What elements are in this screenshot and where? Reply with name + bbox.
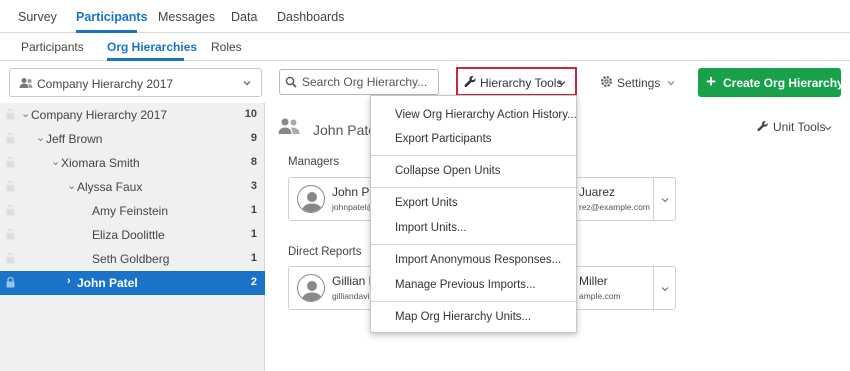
- tab-participants[interactable]: Participants: [21, 40, 84, 54]
- chevron-down-icon: [557, 77, 567, 91]
- person-email: johnpatel@: [332, 202, 376, 212]
- tree-node-name: John Patel: [77, 276, 138, 290]
- tree-node-count: 3: [250, 180, 257, 192]
- settings-label: Settings: [617, 76, 661, 90]
- tab-roles[interactable]: Roles: [211, 40, 242, 54]
- sub-nav: Participants Org Hierarchies Roles: [0, 34, 850, 61]
- lock-icon: [6, 180, 15, 195]
- menu-divider: [371, 187, 576, 188]
- tree-row[interactable]: ⌄ Jeff Brown 9: [0, 127, 265, 151]
- person-email: rez@example.com: [579, 202, 650, 212]
- tree-row[interactable]: Seth Goldberg 1: [0, 247, 265, 271]
- person-email: ample.com: [579, 291, 621, 301]
- tree-node-name: Alyssa Faux: [77, 180, 143, 194]
- chevron-down-icon: [660, 194, 670, 208]
- create-org-hierarchy-label: Create Org Hierarchy...: [723, 76, 850, 90]
- tree-node-name: Company Hierarchy 2017: [31, 108, 168, 122]
- managers-label: Managers: [288, 156, 340, 168]
- tree-node-name: Seth Goldberg: [92, 252, 170, 266]
- tree-node-name: Eliza Doolittle: [92, 228, 165, 242]
- lock-icon: [6, 228, 15, 243]
- gear-icon: [600, 75, 613, 91]
- avatar: [297, 185, 325, 213]
- settings-button[interactable]: Settings: [600, 75, 675, 91]
- people-icon: [278, 117, 300, 138]
- active-nav-indicator: [76, 30, 137, 33]
- chevron-down-icon[interactable]: ⌄: [67, 179, 76, 192]
- tree-node-name: Jeff Brown: [46, 132, 103, 146]
- wrench-icon: [464, 75, 477, 91]
- menu-item-collapse-open-units[interactable]: Collapse Open Units: [395, 165, 500, 177]
- chevron-down-icon: [660, 283, 670, 297]
- tree-node-count: 8: [250, 156, 257, 168]
- chevron-down-icon[interactable]: ⌄: [21, 107, 30, 120]
- create-org-hierarchy-button[interactable]: + Create Org Hierarchy...: [698, 68, 850, 97]
- tree-row-selected[interactable]: › John Patel 2: [0, 271, 265, 295]
- tree-row[interactable]: Amy Feinstein 1: [0, 199, 265, 223]
- nav-survey[interactable]: Survey: [18, 10, 57, 24]
- search-icon: [285, 76, 297, 91]
- lock-icon: [6, 204, 15, 219]
- tree-node-count: 1: [250, 228, 257, 240]
- menu-item-export-participants[interactable]: Export Participants: [395, 133, 492, 145]
- lock-icon: [6, 132, 15, 147]
- menu-divider: [371, 155, 576, 156]
- unit-tools-label: Unit Tools: [773, 120, 826, 134]
- expand-managers-button[interactable]: [653, 178, 675, 220]
- unit-tools-button[interactable]: Unit Tools: [757, 120, 832, 135]
- hierarchy-tree: ⌄ Company Hierarchy 2017 10 ⌄ Jeff Brown…: [0, 103, 265, 371]
- direct-reports-label: Direct Reports: [288, 246, 362, 258]
- tree-node-count: 9: [250, 132, 257, 144]
- tab-org-hierarchies[interactable]: Org Hierarchies: [107, 40, 197, 54]
- nav-data[interactable]: Data: [231, 10, 257, 24]
- menu-item-export-units[interactable]: Export Units: [395, 197, 458, 209]
- chevron-right-icon[interactable]: ›: [67, 275, 71, 287]
- hierarchy-tools-button[interactable]: Hierarchy Tools: [456, 67, 577, 96]
- chevron-down-icon[interactable]: ⌄: [36, 131, 45, 144]
- menu-item-map-units[interactable]: Map Org Hierarchy Units...: [395, 311, 531, 323]
- tree-node-count: 1: [250, 252, 257, 264]
- nav-messages[interactable]: Messages: [158, 10, 215, 24]
- wrench-icon: [757, 120, 769, 135]
- lock-icon: [6, 108, 15, 123]
- menu-item-import-anonymous-responses[interactable]: Import Anonymous Responses...: [395, 254, 561, 266]
- active-tab-indicator: [107, 58, 184, 61]
- nav-participants[interactable]: Participants: [76, 10, 148, 24]
- menu-item-import-units[interactable]: Import Units...: [395, 222, 467, 234]
- people-icon: [19, 77, 33, 92]
- hierarchy-tools-menu: View Org Hierarchy Action History... Exp…: [370, 95, 577, 333]
- menu-divider: [371, 244, 576, 245]
- tree-node-count: 10: [244, 108, 257, 120]
- hierarchy-select-value: Company Hierarchy 2017: [37, 77, 174, 91]
- tree-node-count: 2: [250, 276, 257, 288]
- person-email: gilliandavi: [332, 291, 370, 301]
- tree-node-name: Xiomara Smith: [61, 156, 140, 170]
- tree-row[interactable]: ⌄ Xiomara Smith 8: [0, 151, 265, 175]
- nav-dashboards[interactable]: Dashboards: [277, 10, 344, 24]
- top-nav: Survey Participants Messages Data Dashbo…: [0, 0, 850, 33]
- hierarchy-select[interactable]: Company Hierarchy 2017: [9, 68, 262, 97]
- lock-icon: [6, 252, 15, 267]
- chevron-down-icon[interactable]: ⌄: [51, 155, 60, 168]
- tree-node-count: 1: [250, 204, 257, 216]
- tree-node-name: Amy Feinstein: [92, 204, 169, 218]
- plus-icon: +: [706, 72, 716, 91]
- person-name: Juarez: [579, 185, 616, 199]
- expand-reports-button[interactable]: [653, 267, 675, 309]
- lock-icon: [6, 156, 15, 171]
- lock-icon: [6, 276, 15, 291]
- chevron-down-icon: [242, 77, 252, 91]
- hierarchy-tools-label: Hierarchy Tools: [480, 76, 563, 90]
- menu-item-view-action-history[interactable]: View Org Hierarchy Action History...: [395, 109, 577, 121]
- menu-divider: [371, 301, 576, 302]
- menu-item-manage-previous-imports[interactable]: Manage Previous Imports...: [395, 279, 536, 291]
- tree-row[interactable]: ⌄ Company Hierarchy 2017 10: [0, 103, 265, 127]
- tree-row[interactable]: Eliza Doolittle 1: [0, 223, 265, 247]
- person-name: Miller: [579, 274, 608, 288]
- chevron-down-icon: [666, 77, 676, 91]
- tree-row[interactable]: ⌄ Alyssa Faux 3: [0, 175, 265, 199]
- avatar: [297, 274, 325, 302]
- search-input[interactable]: [279, 69, 439, 95]
- chevron-down-icon: [823, 122, 833, 136]
